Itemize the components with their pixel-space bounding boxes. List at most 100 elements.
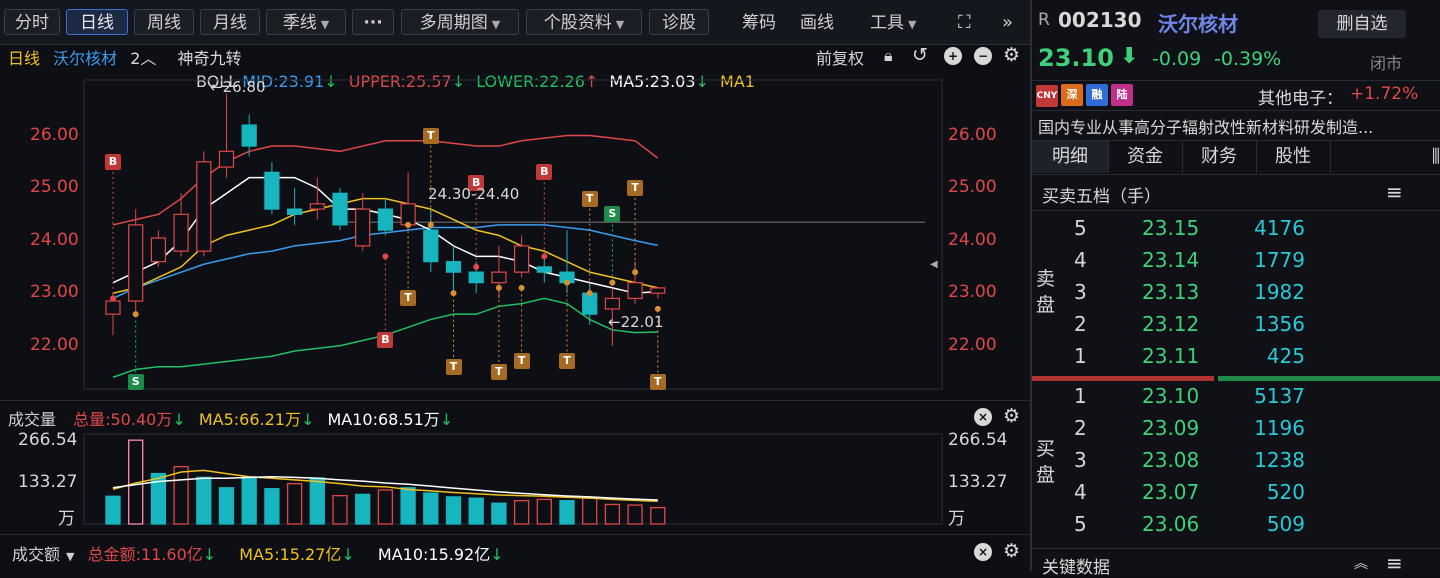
sell-order-row[interactable]: 4 23.14 1779 [1032,248,1440,280]
multi-period-dropdown[interactable]: 多周期图 ▼ [401,9,519,35]
tab-finance[interactable]: 财务 [1182,141,1257,173]
volume-bar[interactable] [650,506,666,525]
amount-title[interactable]: 成交额 [12,545,60,564]
fullscreen-icon[interactable]: ⛶ [958,10,971,36]
tag-cny[interactable]: CNY [1036,85,1058,107]
volume-bar[interactable] [559,500,575,525]
arrow-down-icon: ↓ [202,545,217,564]
signal-mark-t[interactable]: T [649,374,666,391]
volume-bar[interactable] [218,487,235,525]
draw-button[interactable]: 画线 [800,10,834,36]
order-level: 1 [1074,384,1087,408]
tab-character[interactable]: 股性 [1256,141,1331,173]
signal-mark-s[interactable]: S [604,206,621,223]
volume-bar[interactable] [377,489,394,525]
volume-bar[interactable] [491,502,507,525]
order-level: 5 [1074,512,1087,536]
buy-order-row[interactable]: 2 23.09 1196 [1032,416,1440,448]
sector-name[interactable]: 其他电子： [1258,84,1343,109]
chevron-up-icon[interactable]: ︽ [1354,553,1368,573]
volume-bar[interactable] [513,500,530,525]
volume-bar[interactable] [241,476,257,525]
tab-monthly[interactable]: 月线 [200,9,260,35]
diagnose-button[interactable]: 诊股 [649,9,709,35]
buy-order-row[interactable]: 4 23.07 520 [1032,480,1440,512]
tab-daily[interactable]: 日线 [66,9,128,35]
menu-icon[interactable]: ≡ [1386,180,1403,204]
sector-change: +1.72% [1350,84,1419,104]
volume-bar[interactable] [264,488,280,525]
volume-bar[interactable] [536,498,552,525]
company-description[interactable]: 国内专业从事高分子辐射改性新材料研发制造... [1038,114,1440,138]
remove-watchlist-button[interactable]: 删自选 [1318,10,1406,38]
menu-icon[interactable]: ≡ [1386,551,1403,575]
stock-name[interactable]: 沃尔核材 [1158,8,1238,37]
tab-funds[interactable]: 资金 [1108,141,1183,173]
tab-weekly[interactable]: 周线 [134,9,194,35]
amount-ma10: MA10:15.92亿 [377,545,491,564]
tag-margin[interactable]: 融 [1086,84,1108,106]
close-icon[interactable]: × [974,408,992,426]
section-divider [1032,110,1440,111]
buy-order-row[interactable]: 1 23.10 5137 [1032,384,1440,416]
sell-order-row[interactable]: 2 23.12 1356 [1032,312,1440,344]
volume-bar[interactable] [445,496,462,525]
orderbook-header: 买卖五档（手） ≡ [1032,180,1440,208]
tag-connect[interactable]: 陆 [1111,84,1133,106]
signal-mark-s[interactable]: S [127,374,144,391]
sell-order-row[interactable]: 3 23.13 1982 [1032,280,1440,312]
signal-mark-t[interactable]: T [490,363,507,380]
volume-bar[interactable] [400,487,416,525]
order-volume: 1779 [1254,248,1305,272]
orderbook-title: 买卖五档（手） [1042,187,1161,207]
sell-order-row[interactable]: 5 23.15 4176 [1032,216,1440,248]
signal-mark-t[interactable]: T [400,290,417,307]
sell-order-row[interactable]: 1 23.11 425 [1032,344,1440,376]
more-button[interactable]: ··· [352,9,394,35]
volume-bar[interactable] [355,493,371,525]
signal-mark-t[interactable]: T [445,358,462,375]
signal-mark-b[interactable]: B [105,153,121,170]
signal-mark-b[interactable]: B [377,332,394,349]
buy-order-row[interactable]: 3 23.08 1238 [1032,448,1440,480]
volume-bar[interactable] [423,492,439,525]
chips-button[interactable]: 筹码 [742,10,776,36]
stock-info-dropdown[interactable]: 个股资料 ▼ [526,9,642,35]
close-icon[interactable]: × [974,543,992,561]
collapse-right-icon[interactable]: » [1002,10,1013,36]
tag-shenzhen[interactable]: 深 [1061,84,1083,106]
chevron-down-icon: ▼ [491,18,501,31]
sell-ratio-bar [1032,376,1214,381]
volume-chart[interactable] [0,432,1030,527]
volume-bar[interactable] [286,483,303,525]
volume-bar[interactable] [196,476,212,525]
season-dropdown[interactable]: 季线 ▼ [266,9,346,35]
volume-bar[interactable] [582,497,598,525]
gear-icon[interactable]: ⚙ [1003,406,1020,426]
tab-intraday[interactable]: 分时 [4,9,60,35]
gear-icon[interactable]: ⚙ [1003,541,1020,561]
volume-bar[interactable] [105,495,121,525]
volume-bar[interactable] [309,477,325,525]
order-level: 4 [1074,248,1087,272]
key-data-title[interactable]: 关键数据 [1042,553,1110,578]
volume-unit-left: 万 [58,509,75,529]
volume-bar[interactable] [627,504,643,525]
arrow-down-icon: ↓ [300,410,315,429]
volume-bar[interactable] [332,494,348,525]
volume-bar[interactable] [468,497,484,525]
tab-detail[interactable]: 明细 [1032,141,1109,173]
chevron-down-icon[interactable]: ▼ [66,550,74,563]
signal-mark-t[interactable]: T [581,190,598,207]
signal-mark-t[interactable]: T [559,353,575,370]
tools-dropdown[interactable]: 工具 ▼ [870,10,916,38]
signal-mark-t[interactable]: T [422,127,439,144]
volume-bar[interactable] [173,465,189,525]
signal-mark-t[interactable]: T [513,353,530,370]
panel-toggle-icon[interactable]: ⫼ [1330,141,1440,173]
multi-period-label: 多周期图 [419,13,488,33]
buy-order-row[interactable]: 5 23.06 509 [1032,512,1440,544]
volume-bar[interactable] [604,503,621,525]
signal-mark-t[interactable]: T [627,180,644,197]
signal-mark-b[interactable]: B [536,164,553,181]
